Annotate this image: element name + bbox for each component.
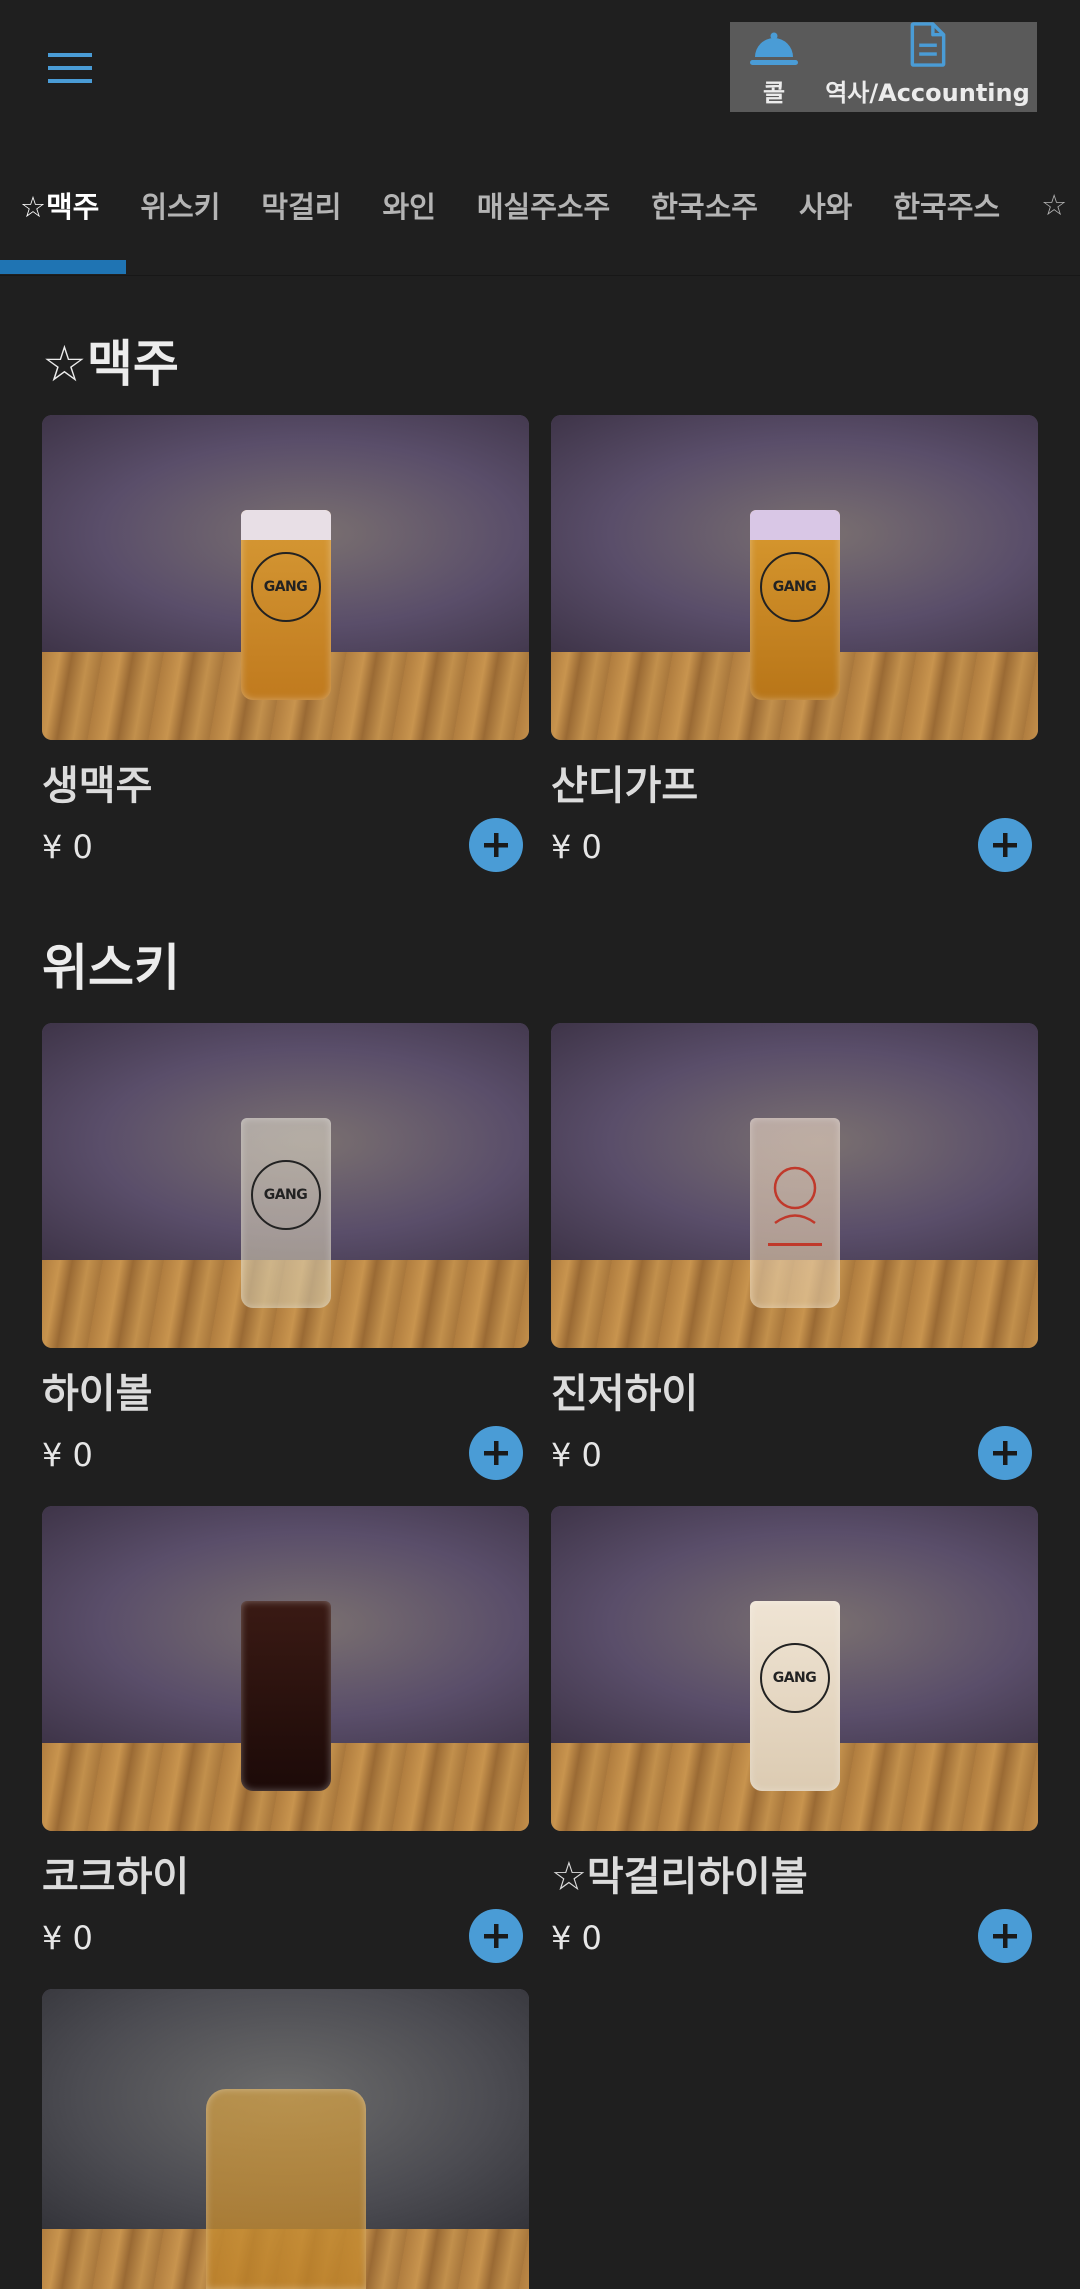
item-name: 진저하이 — [551, 1371, 699, 1417]
menu-button[interactable] — [42, 40, 98, 96]
item-price: ¥ 0 — [551, 828, 602, 866]
item-grid: GANG 하이볼 ¥ 0 진저하이 ¥ 0 코크하이 ¥ 0 GANG ☆막걸리… — [42, 1023, 1038, 2289]
item-photo[interactable]: GANG — [551, 1506, 1038, 1831]
plus-icon — [993, 1924, 1017, 1948]
menu-item-card — [42, 1989, 529, 2289]
tab-sour[interactable]: 사와 — [799, 184, 852, 226]
category-tabs: ☆맥주 위스키 막걸리 와인 매실주소주 한국소주 사와 한국주스 ☆ — [0, 170, 1080, 276]
header-actions: 콜 역사/Accounting — [730, 22, 1037, 112]
section-title: ☆맥주 — [42, 335, 179, 393]
plus-icon — [993, 833, 1017, 857]
tab-beer[interactable]: ☆맥주 — [20, 184, 99, 226]
item-name: 샨디가프 — [551, 763, 699, 809]
gang-logo: GANG — [250, 552, 321, 622]
item-price: ¥ 0 — [42, 828, 93, 866]
item-name: 생맥주 — [42, 763, 153, 809]
plus-icon — [484, 833, 508, 857]
add-to-cart-button[interactable] — [978, 1426, 1032, 1480]
tab-korean-soju[interactable]: 한국소주 — [651, 184, 758, 226]
item-photo[interactable]: GANG — [42, 1023, 529, 1348]
item-name: 코크하이 — [42, 1854, 190, 1900]
section-title: 위스키 — [42, 939, 180, 997]
menu-item-card: GANG 생맥주 ¥ 0 — [42, 415, 529, 898]
call-button[interactable]: 콜 — [730, 22, 818, 112]
add-to-cart-button[interactable] — [469, 1426, 523, 1480]
gang-logo: GANG — [759, 1643, 830, 1713]
item-photo[interactable] — [42, 1989, 529, 2289]
item-price: ¥ 0 — [42, 1436, 93, 1474]
menu-item-card: GANG ☆막걸리하이볼 ¥ 0 — [551, 1506, 1038, 1989]
tab-makgeolli[interactable]: 막걸리 — [261, 184, 341, 226]
menu-item-card: 코크하이 ¥ 0 — [42, 1506, 529, 1989]
item-photo[interactable]: GANG — [42, 415, 529, 740]
item-photo[interactable] — [42, 1506, 529, 1831]
plus-icon — [484, 1441, 508, 1465]
tab-plum-soju[interactable]: 매실주소주 — [477, 184, 610, 226]
item-price: ¥ 0 — [551, 1919, 602, 1957]
history-accounting-button[interactable]: 역사/Accounting — [818, 22, 1037, 112]
menu-item-card: GANG 하이볼 ¥ 0 — [42, 1023, 529, 1506]
gang-logo: GANG — [759, 552, 830, 622]
history-accounting-label: 역사/Accounting — [825, 79, 1030, 107]
tab-korean-juice[interactable]: 한국주스 — [893, 184, 1000, 226]
top-app-bar: 콜 역사/Accounting — [0, 0, 1080, 140]
plus-icon — [484, 1924, 508, 1948]
item-name: ☆막걸리하이볼 — [551, 1854, 808, 1900]
hamburger-icon — [48, 53, 92, 83]
active-tab-indicator — [0, 260, 126, 274]
item-photo[interactable] — [551, 1023, 1038, 1348]
add-to-cart-button[interactable] — [469, 1909, 523, 1963]
call-label: 콜 — [762, 79, 786, 107]
gang-logo: GANG — [250, 1160, 321, 1230]
item-price: ¥ 0 — [42, 1919, 93, 1957]
add-to-cart-button[interactable] — [978, 1909, 1032, 1963]
item-photo[interactable]: GANG — [551, 415, 1038, 740]
item-grid: GANG 생맥주 ¥ 0 GANG 샨디가프 ¥ 0 — [42, 415, 1038, 898]
add-to-cart-button[interactable] — [978, 818, 1032, 872]
tab-wine[interactable]: 와인 — [382, 184, 435, 226]
service-bell-icon — [750, 32, 798, 65]
menu-item-card: 진저하이 ¥ 0 — [551, 1023, 1038, 1506]
character-illustration — [767, 1166, 822, 1246]
tab-more[interactable]: ☆ — [1041, 188, 1067, 222]
plus-icon — [993, 1441, 1017, 1465]
add-to-cart-button[interactable] — [469, 818, 523, 872]
menu-content: ☆맥주 GANG 생맥주 ¥ 0 GANG 샨디가프 ¥ 0 위스키 GANG … — [42, 305, 1038, 2289]
item-price: ¥ 0 — [551, 1436, 602, 1474]
item-name: 하이볼 — [42, 1371, 153, 1417]
tab-whisky[interactable]: 위스키 — [140, 184, 220, 226]
menu-item-card: GANG 샨디가프 ¥ 0 — [551, 415, 1038, 898]
document-icon — [910, 22, 945, 67]
